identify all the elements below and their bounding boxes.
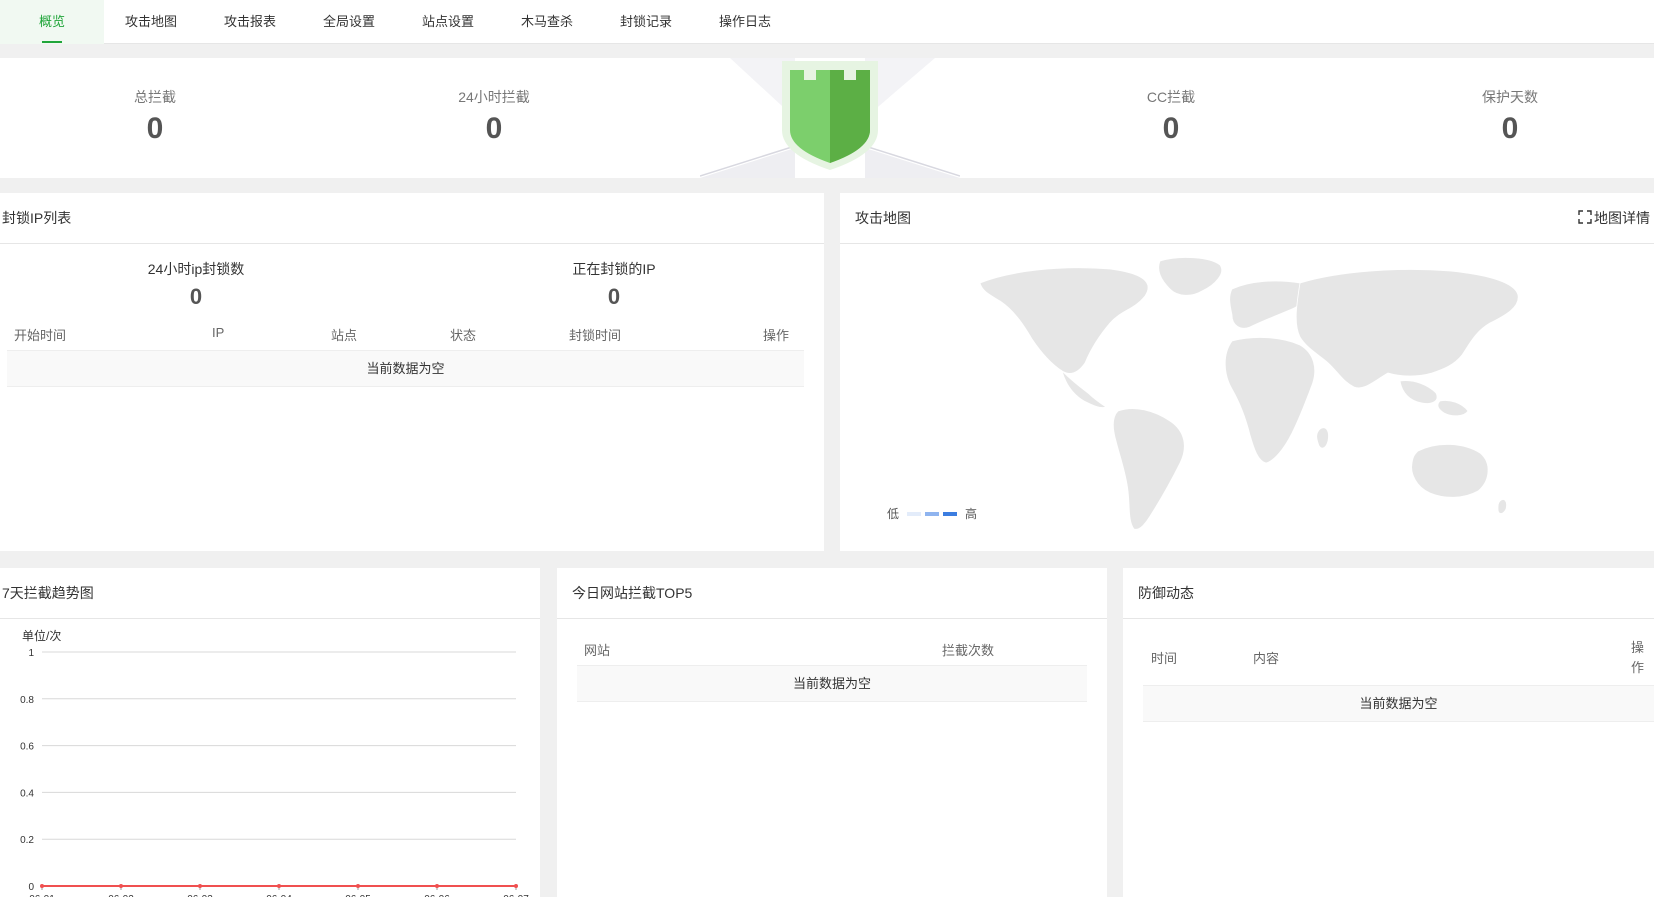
chart-unit-label: 单位/次 [22,628,61,643]
data-point[interactable] [40,884,44,888]
y-tick-label: 0.4 [20,788,34,799]
y-tick-label: 1 [28,648,34,659]
blocked-ip-empty: 当前数据为空 [7,350,804,387]
ip-blocking-now: 正在封锁的IP 0 [514,260,714,310]
blocked-ip-title: 封锁IP列表 [0,193,824,244]
shield-graphic [699,58,961,178]
attack-map-panel: 攻击地图 地图详情 低 高 [840,193,1654,551]
data-point[interactable] [198,884,202,888]
y-tick-label: 0.2 [20,835,34,846]
ip-block-24h-label: 24小时ip封锁数 [147,261,245,277]
world-map [979,257,1519,530]
stat-24h-value: 0 [485,112,503,145]
defense-title: 防御动态 [1123,568,1654,619]
defense-table-header: 时间 内容 操作 [1123,638,1654,678]
legend-swatch-3 [943,511,958,516]
legend-swatch-1 [907,511,922,516]
fullscreen-icon [1578,194,1592,245]
top5-empty: 当前数据为空 [577,665,1087,702]
y-tick-label: 0.8 [20,695,34,706]
stat-cc-label: CC拦截 [1146,89,1196,105]
data-point[interactable] [277,884,281,888]
stat-24h: 24小时拦截 0 [394,58,594,146]
tab-attack-map[interactable]: 攻击地图 [99,0,203,44]
map-legend: 低 高 [887,505,977,522]
top5-table-header: 网站 拦截次数 [557,640,1107,660]
tab-trojan-scan[interactable]: 木马查杀 [495,0,599,44]
trend-panel: 7天拦截趋势图 单位/次 00.20.40.60.8106-0106-0206-… [0,568,540,897]
data-point[interactable] [356,884,360,888]
legend-high-label: 高 [965,507,978,521]
tab-overview[interactable]: 概览 [0,0,104,44]
col-website: 网站 [584,643,611,658]
col-block-time: 封锁时间 [569,328,622,343]
stat-total: 总拦截 0 [55,58,255,146]
col-status: 状态 [450,328,477,343]
attack-map-title: 攻击地图 [840,193,1654,244]
data-point[interactable] [514,884,518,888]
map-detail-button[interactable]: 地图详情 [1578,193,1654,244]
col-action: 操作 [763,328,790,343]
tab-bar: 概览 攻击地图 攻击报表 全局设置 站点设置 木马查杀 封锁记录 操作日志 [0,0,1654,44]
stats-banner: 总拦截 0 24小时拦截 0 CC拦截 0 保护天数 0 [0,58,1654,178]
tab-site-settings[interactable]: 站点设置 [396,0,500,44]
stat-protect-days-value: 0 [1501,112,1519,145]
stat-total-label: 总拦截 [134,89,176,105]
legend-low-label: 低 [887,507,900,521]
shield-icon [699,58,961,178]
stat-24h-label: 24小时拦截 [458,89,530,105]
stat-total-value: 0 [146,112,164,145]
blocked-ip-table-header: 开始时间 IP 站点 状态 封锁时间 操作 [0,325,824,345]
tab-operation-log[interactable]: 操作日志 [693,0,797,44]
stat-cc-value: 0 [1162,112,1180,145]
ip-block-24h: 24小时ip封锁数 0 [96,260,296,310]
y-tick-label: 0.6 [20,742,34,753]
blocked-ip-panel: 封锁IP列表 24小时ip封锁数 0 正在封锁的IP 0 开始时间 IP 站点 … [0,193,824,551]
map-detail-label: 地图详情 [1594,210,1650,226]
defense-panel: 防御动态 时间 内容 操作 当前数据为空 [1123,568,1654,897]
col-start-time: 开始时间 [14,328,67,343]
col-ip: IP [212,325,225,340]
legend-swatch-2 [925,511,940,516]
data-point[interactable] [119,884,123,888]
tab-global-settings[interactable]: 全局设置 [297,0,401,44]
trend-title: 7天拦截趋势图 [0,568,540,619]
col-time: 时间 [1151,651,1178,666]
tab-block-records[interactable]: 封锁记录 [594,0,698,44]
col-site: 站点 [331,328,358,343]
defense-empty: 当前数据为空 [1143,685,1654,722]
ip-blocking-now-label: 正在封锁的IP [572,261,656,277]
top5-title: 今日网站拦截TOP5 [557,568,1107,619]
ip-block-24h-value: 0 [189,284,203,309]
y-tick-label: 0 [28,882,34,893]
col-content: 内容 [1253,651,1280,666]
data-point[interactable] [435,884,439,888]
trend-chart: 单位/次 00.20.40.60.8106-0106-0206-0306-040… [20,628,529,897]
stat-cc: CC拦截 0 [1071,58,1271,146]
col-block-count: 拦截次数 [942,643,995,658]
col-operation: 操作 [1631,640,1645,675]
stat-protect-days-label: 保护天数 [1482,89,1538,105]
ip-blocking-now-value: 0 [607,284,621,309]
top5-panel: 今日网站拦截TOP5 网站 拦截次数 当前数据为空 [557,568,1107,897]
stat-protect-days: 保护天数 0 [1410,58,1610,146]
tab-attack-report[interactable]: 攻击报表 [198,0,302,44]
